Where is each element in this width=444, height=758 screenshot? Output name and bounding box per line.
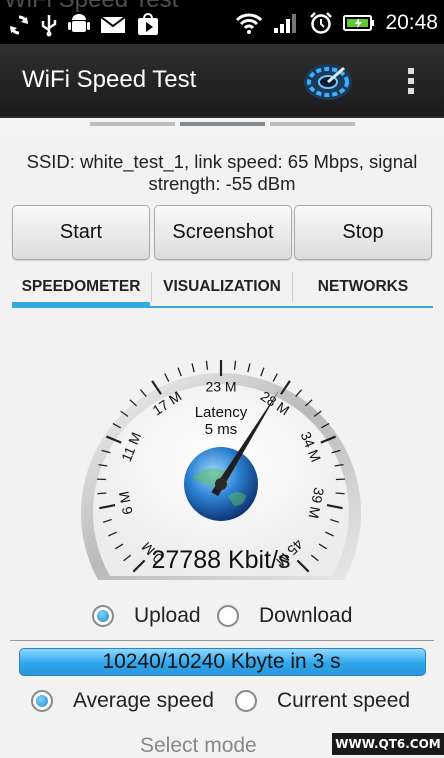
screenshot-button[interactable]: Screenshot — [154, 205, 292, 260]
play-store-icon — [136, 13, 160, 37]
download-radio[interactable] — [217, 605, 239, 627]
android-debug-icon — [68, 13, 90, 37]
gauge-minor-tick — [296, 390, 302, 397]
page-indicator — [0, 118, 444, 138]
wifi-icon — [235, 12, 263, 34]
gauge-minor-tick — [206, 361, 207, 370]
gauge-minor-tick — [178, 368, 181, 376]
action-bar: WiFi Speed Test — [0, 44, 444, 119]
current-speed-label: Current speed — [277, 689, 410, 713]
average-speed-option[interactable]: Average speed — [31, 689, 214, 713]
average-speed-radio[interactable] — [31, 690, 53, 712]
status-time: 20:48 — [385, 11, 438, 35]
gmail-icon — [100, 15, 126, 35]
average-speed-label: Average speed — [73, 689, 214, 713]
gauge-minor-tick — [192, 363, 194, 372]
gauge-minor-tick — [248, 363, 250, 372]
tab-active-indicator — [12, 302, 150, 308]
watermark: WWW.QT6.COM — [332, 733, 444, 755]
gauge-minor-tick — [336, 493, 345, 494]
app-title: WiFi Speed Test — [22, 66, 196, 94]
tab-networks[interactable]: NETWORKS — [293, 268, 433, 306]
speed-readout: 27788 Kbit/s — [121, 546, 321, 575]
gauge-minor-tick — [273, 374, 277, 382]
latency-display: Latency 5 ms — [161, 404, 281, 438]
current-speed-radio[interactable] — [235, 690, 257, 712]
gauge-minor-tick — [97, 493, 106, 494]
gauge-scale-label: 23 M — [205, 379, 236, 395]
upload-option[interactable]: Upload — [92, 604, 201, 628]
latency-label: Latency — [161, 404, 281, 421]
overflow-menu-icon[interactable] — [408, 68, 416, 96]
alarm-icon — [309, 11, 333, 35]
gauge-minor-tick — [140, 390, 146, 397]
battery-icon — [343, 13, 375, 33]
sync-icon — [8, 14, 30, 36]
speedometer-logo-icon — [300, 54, 356, 106]
tab-bar: SPEEDOMETER VISUALIZATION NETWORKS — [12, 268, 433, 310]
page-indicator-dot — [270, 122, 355, 126]
page-indicator-dot-active — [180, 122, 265, 126]
current-speed-option[interactable]: Current speed — [235, 689, 410, 713]
gauge-minor-tick — [165, 374, 169, 382]
gauge-minor-tick — [235, 361, 236, 370]
ssid-info: SSID: white_test_1, link speed: 65 Mbps,… — [10, 151, 434, 195]
tab-speedometer[interactable]: SPEEDOMETER — [12, 268, 150, 306]
select-mode-heading: Select mode — [140, 734, 257, 758]
upload-radio[interactable] — [92, 605, 114, 627]
usb-icon — [40, 13, 58, 37]
ssid-line-1: SSID: white_test_1, link speed: 65 Mbps,… — [10, 151, 434, 173]
download-option[interactable]: Download — [217, 604, 352, 628]
gauge-minor-tick — [261, 368, 264, 376]
signal-icon — [273, 12, 299, 34]
ssid-line-2: strength: -55 dBm — [10, 173, 434, 195]
tab-visualization[interactable]: VISUALIZATION — [152, 268, 292, 306]
latency-value: 5 ms — [161, 421, 281, 438]
divider — [10, 640, 434, 641]
transfer-progress-text: 10240/10240 Kbyte in 3 s — [19, 648, 424, 674]
upload-label: Upload — [134, 604, 201, 628]
stop-button[interactable]: Stop — [294, 205, 432, 260]
page-indicator-dot — [90, 122, 175, 126]
start-button[interactable]: Start — [12, 205, 150, 260]
download-label: Download — [259, 604, 352, 628]
status-bar: WiFi Speed Test — [0, 0, 444, 44]
ghost-title: WiFi Speed Test — [4, 0, 178, 14]
